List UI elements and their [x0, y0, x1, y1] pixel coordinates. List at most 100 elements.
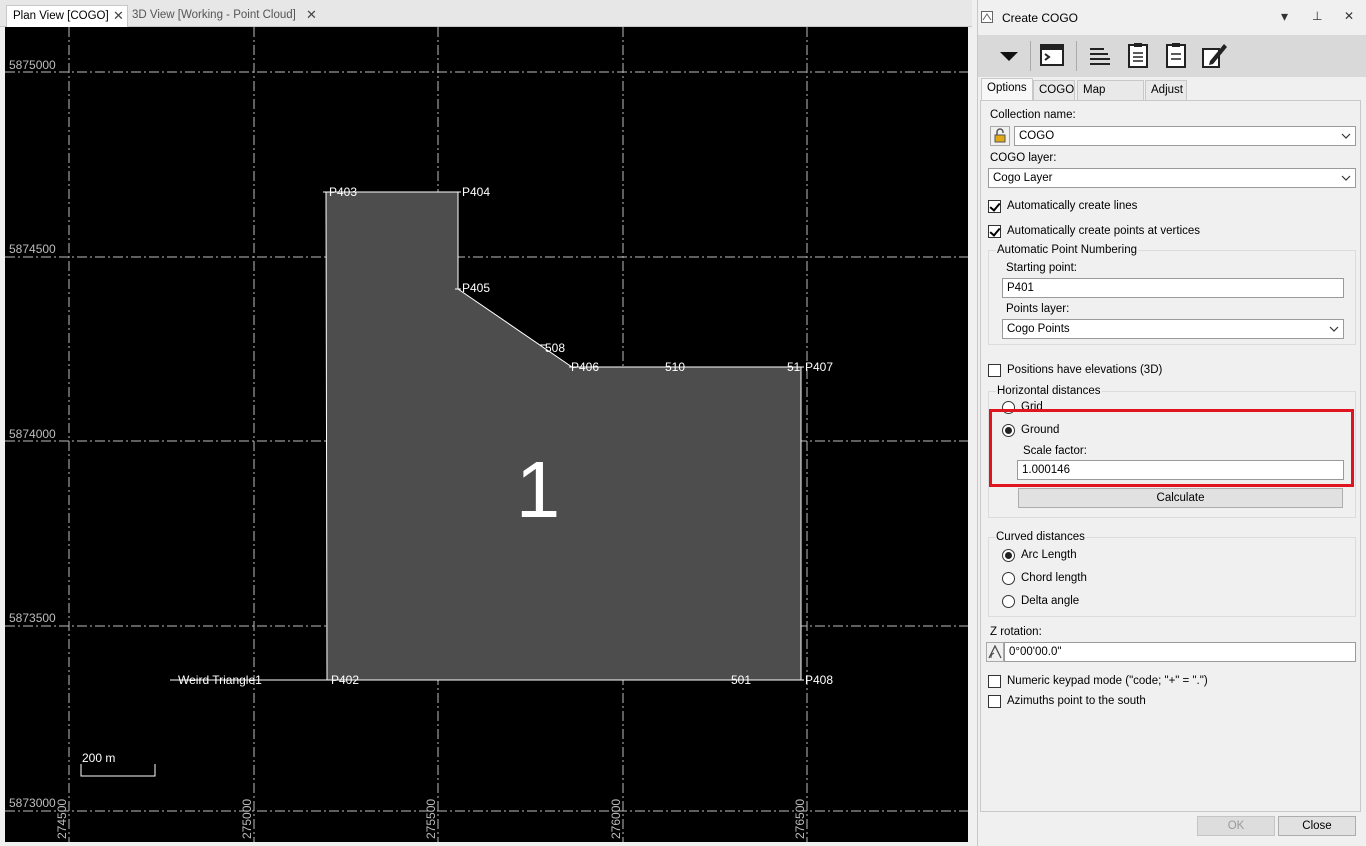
northing-label: 5873000 [9, 796, 56, 810]
ground-radio[interactable] [1002, 424, 1015, 437]
panel-title: Create COGO [1002, 11, 1079, 25]
panel-toolbar [978, 35, 1366, 77]
point-label: 501 [731, 673, 751, 687]
tab-3d-view-label: 3D View [Working - Point Cloud] [132, 9, 296, 21]
ground-label: Ground [1021, 424, 1060, 436]
cogo-app-icon [981, 11, 993, 23]
easting-label: 274500 [55, 799, 69, 839]
lines-list-icon[interactable] [1086, 41, 1114, 69]
scale-factor-label: Scale factor: [1023, 445, 1087, 457]
tab-cogo[interactable]: COGO [1033, 80, 1075, 100]
easting-label: 275500 [424, 799, 438, 839]
create-cogo-panel: Create COGO ▾ ⊥ ✕ Options COGO Map Adjus… [977, 0, 1366, 846]
panel-title-bar: Create COGO ▾ ⊥ ✕ [978, 0, 1366, 35]
parcel-label: 1 [516, 445, 561, 534]
starting-point-label: Starting point: [1006, 262, 1077, 274]
tab-map-check[interactable]: Map Check [1077, 80, 1144, 115]
plan-canvas[interactable]: 5875000 5874500 5874000 5873500 5873000 … [5, 27, 968, 842]
point-label: P403 [329, 185, 357, 199]
scale-bar-label: 200 m [82, 751, 115, 765]
azimuths-checkbox[interactable] [988, 695, 1001, 708]
point-label: P408 [805, 673, 833, 687]
scale-bar [80, 764, 156, 777]
collection-name-label: Collection name: [990, 109, 1076, 121]
cogo-layer-label: COGO layer: [990, 152, 1057, 164]
plan-view-area: Plan View [COGO] ✕ 3D View [Working - Po… [0, 0, 972, 846]
z-rotation-input[interactable]: 0°00'00.0" [1004, 642, 1356, 662]
point-label: P407 [805, 360, 833, 374]
auto-points-checkbox[interactable] [988, 225, 1001, 238]
z-rotation-label: Z rotation: [990, 626, 1042, 638]
horizontal-distances-label: Horizontal distances [996, 385, 1102, 397]
chevron-down-icon [1341, 175, 1351, 181]
options-tab-content: Collection name: COGO COGO layer: Cogo L… [980, 100, 1361, 812]
point-numbering-group-label: Automatic Point Numbering [996, 244, 1138, 256]
toolbar-separator [1030, 41, 1031, 71]
numeric-keypad-label: Numeric keypad mode ("code; "+" = ".") [1007, 675, 1208, 687]
clipboard-icon[interactable] [1124, 41, 1152, 69]
lock-icon[interactable] [990, 126, 1010, 146]
terminal-icon[interactable] [1038, 41, 1066, 69]
tab-options[interactable]: Options [981, 78, 1033, 101]
northing-label: 5874500 [9, 242, 56, 256]
tab-3d-view[interactable]: 3D View [Working - Point Cloud] ✕ [126, 5, 326, 27]
collection-name-value: COGO [1019, 130, 1055, 142]
elevations-checkbox[interactable] [988, 364, 1001, 377]
calculate-button[interactable]: Calculate [1018, 488, 1343, 508]
points-layer-select[interactable]: Cogo Points [1002, 319, 1344, 339]
northing-label: 5873500 [9, 611, 56, 625]
delta-angle-radio[interactable] [1002, 595, 1015, 608]
panel-tabs: Options COGO Map Check Adjust [978, 78, 1366, 115]
scale-factor-input[interactable]: 1.000146 [1017, 460, 1344, 480]
point-label: 51 [787, 360, 801, 374]
tab-plan-view[interactable]: Plan View [COGO] ✕ [6, 5, 128, 27]
chord-length-label: Chord length [1021, 572, 1087, 584]
auto-lines-label: Automatically create lines [1007, 200, 1138, 212]
edit-pencil-icon[interactable] [1200, 41, 1228, 69]
tab-plan-view-label: Plan View [COGO] [13, 10, 109, 22]
northing-label: 5875000 [9, 58, 56, 72]
point-label: P405 [462, 281, 490, 295]
points-layer-label: Points layer: [1006, 303, 1070, 315]
angle-icon[interactable] [986, 642, 1004, 662]
line-label: Weird Triangle1 [178, 673, 262, 687]
collection-name-select[interactable]: COGO [1014, 126, 1356, 146]
arc-length-radio[interactable] [1002, 549, 1015, 562]
point-label: 510 [665, 360, 685, 374]
elevations-label: Positions have elevations (3D) [1007, 364, 1163, 376]
close-icon[interactable]: ✕ [1344, 9, 1354, 23]
chevron-down-icon [1329, 326, 1339, 332]
point-label: P406 [571, 360, 599, 374]
close-icon[interactable]: ✕ [113, 6, 124, 26]
numeric-keypad-checkbox[interactable] [988, 675, 1001, 688]
delta-angle-label: Delta angle [1021, 595, 1080, 607]
pin-icon[interactable]: ⊥ [1312, 9, 1322, 23]
point-label: 508 [545, 341, 565, 355]
easting-label: 276000 [609, 799, 623, 839]
curved-distances-label: Curved distances [995, 531, 1086, 543]
panel-menu-dropdown-icon[interactable]: ▾ [1281, 8, 1288, 25]
chord-length-radio[interactable] [1002, 572, 1015, 585]
arc-length-label: Arc Length [1021, 549, 1077, 561]
auto-points-label: Automatically create points at vertices [1007, 225, 1201, 237]
ok-button[interactable]: OK [1197, 816, 1275, 836]
northing-label: 5874000 [9, 427, 56, 441]
starting-point-input[interactable]: P401 [1002, 278, 1344, 298]
parcel-polygon [325, 191, 802, 681]
close-icon[interactable]: ✕ [306, 5, 317, 25]
plan-drawing[interactable]: 5875000 5874500 5874000 5873500 5873000 … [5, 27, 968, 842]
points-layer-value: Cogo Points [1007, 323, 1070, 335]
toolbar-separator [1076, 41, 1077, 71]
point-label: P404 [462, 185, 490, 199]
clipboard-check-icon[interactable] [1162, 41, 1190, 69]
easting-label: 276500 [793, 799, 807, 839]
cogo-layer-select[interactable]: Cogo Layer [988, 168, 1356, 188]
azimuths-label: Azimuths point to the south [1007, 695, 1146, 707]
point-label: P402 [331, 673, 359, 687]
easting-label: 275000 [240, 799, 254, 839]
auto-lines-checkbox[interactable] [988, 200, 1001, 213]
close-button[interactable]: Close [1278, 816, 1356, 836]
dropdown-arrow-icon[interactable] [995, 41, 1023, 69]
tab-adjust[interactable]: Adjust [1145, 80, 1187, 100]
document-tab-bar: Plan View [COGO] ✕ 3D View [Working - Po… [0, 0, 972, 27]
